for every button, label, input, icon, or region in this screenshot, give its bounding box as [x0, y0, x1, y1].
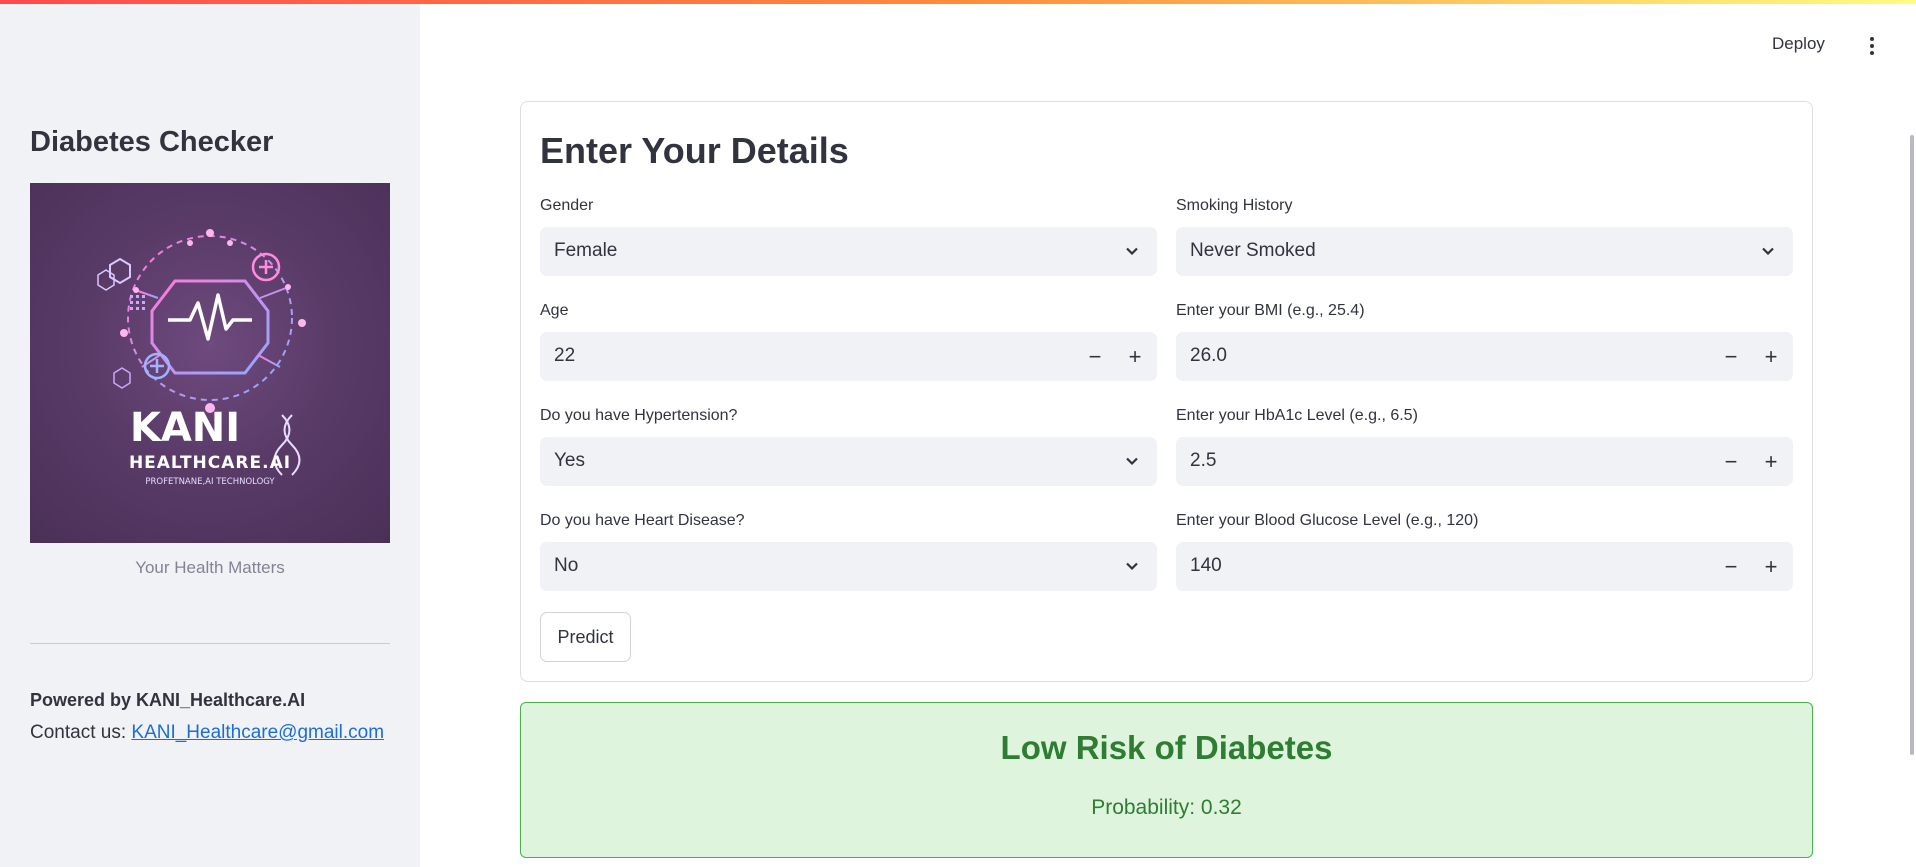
age-number-input[interactable]: 22 − +	[540, 332, 1157, 381]
glucose-value: 140	[1190, 555, 1222, 576]
logo-caption: Your Health Matters	[135, 558, 285, 577]
bmi-value: 26.0	[1190, 345, 1227, 366]
hypertension-label: Do you have Hypertension?	[540, 407, 738, 424]
glucose-decrement-button[interactable]: −	[1711, 542, 1751, 591]
chevron-down-icon	[1126, 562, 1138, 571]
heart-disease-value: No	[554, 555, 579, 576]
result-probability: Probability: 0.32	[1091, 796, 1242, 819]
predict-button[interactable]: Predict	[540, 612, 631, 662]
brain-circuit-logo-icon: KANI HEALTHCARE.AI PROFETNANE,AI TECHNOL…	[97, 229, 306, 487]
hba1c-value: 2.5	[1190, 450, 1217, 471]
hba1c-decrement-button[interactable]: −	[1711, 437, 1751, 486]
heart-disease-select[interactable]: No	[540, 542, 1157, 591]
page-scrollbar[interactable]	[1910, 135, 1914, 755]
logo-image: KANI HEALTHCARE.AI PROFETNANE,AI TECHNOL…	[30, 183, 390, 543]
age-label: Age	[540, 302, 569, 319]
hba1c-number-input[interactable]: 2.5 − +	[1176, 437, 1793, 486]
hba1c-increment-button[interactable]: +	[1751, 437, 1791, 486]
svg-text:KANI: KANI	[130, 405, 240, 451]
age-increment-button[interactable]: +	[1115, 332, 1155, 381]
gender-label: Gender	[540, 197, 594, 214]
svg-text:PROFETNANE,AI TECHNOLOGY: PROFETNANE,AI TECHNOLOGY	[145, 477, 275, 487]
glucose-increment-button[interactable]: +	[1751, 542, 1791, 591]
powered-by-text: Powered by KANI_Healthcare.AI	[30, 690, 306, 710]
bmi-label: Enter your BMI (e.g., 25.4)	[1176, 302, 1365, 319]
bmi-increment-button[interactable]: +	[1751, 332, 1791, 381]
sidebar-title: Diabetes Checker	[30, 126, 274, 158]
result-title: Low Risk of Diabetes	[1000, 729, 1333, 766]
form-title: Enter Your Details	[540, 130, 849, 171]
contact-email-link[interactable]: KANI_Healthcare@gmail.com	[131, 722, 384, 743]
age-decrement-button[interactable]: −	[1075, 332, 1115, 381]
chevron-down-icon	[1126, 457, 1138, 466]
hba1c-label: Enter your HbA1c Level (e.g., 6.5)	[1176, 407, 1418, 424]
top-decoration-bar	[0, 0, 1916, 4]
svg-text:HEALTHCARE.AI: HEALTHCARE.AI	[129, 453, 291, 473]
hypertension-select[interactable]: Yes	[540, 437, 1157, 486]
result-card: Low Risk of Diabetes Probability: 0.32	[520, 702, 1813, 858]
details-form-card	[520, 101, 1813, 682]
deploy-button[interactable]: Deploy	[1772, 34, 1825, 54]
chevron-down-icon	[1762, 247, 1774, 256]
gender-select[interactable]: Female	[540, 227, 1157, 276]
sidebar: Diabetes Checker KANI HEALTHCARE.AI PROF…	[0, 0, 420, 867]
contact-prefix: Contact us:	[30, 722, 127, 743]
bmi-number-input[interactable]: 26.0 − +	[1176, 332, 1793, 381]
heart-disease-label: Do you have Heart Disease?	[540, 512, 745, 529]
hypertension-value: Yes	[554, 450, 585, 471]
glucose-label: Enter your Blood Glucose Level (e.g., 12…	[1176, 512, 1479, 529]
age-value: 22	[554, 345, 576, 366]
gender-value: Female	[554, 240, 618, 261]
chevron-down-icon	[1126, 247, 1138, 256]
vertical-dots-icon[interactable]	[1866, 37, 1878, 59]
sidebar-divider	[30, 643, 390, 644]
smoking-history-value: Never Smoked	[1190, 240, 1316, 261]
glucose-number-input[interactable]: 140 − +	[1176, 542, 1793, 591]
bmi-decrement-button[interactable]: −	[1711, 332, 1751, 381]
smoking-history-select[interactable]: Never Smoked	[1176, 227, 1793, 276]
contact-line: Contact us: KANI_Healthcare@gmail.com	[30, 722, 384, 744]
smoking-history-label: Smoking History	[1176, 197, 1293, 214]
